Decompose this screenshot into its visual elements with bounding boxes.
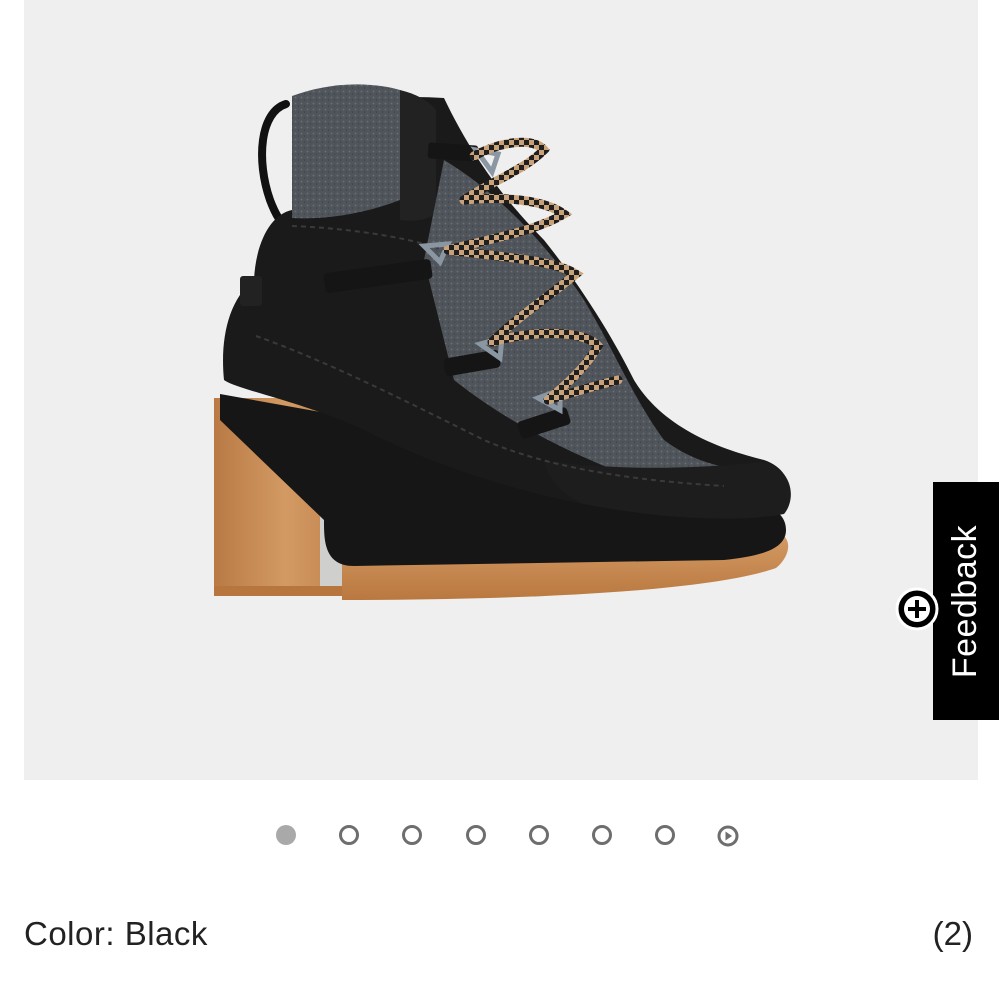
carousel-dot-6[interactable] <box>592 825 612 845</box>
feedback-plus-icon[interactable] <box>895 587 939 631</box>
carousel-dot-3[interactable] <box>402 825 422 845</box>
carousel-dot-7[interactable] <box>655 825 675 845</box>
carousel-dot-5[interactable] <box>529 825 549 845</box>
product-image[interactable] <box>24 0 978 780</box>
review-count[interactable]: (2) <box>933 914 973 954</box>
boot-image <box>214 84 791 600</box>
carousel-dot-1[interactable] <box>276 825 296 845</box>
selected-color-label: Color: Black <box>24 915 208 952</box>
carousel-dot-4[interactable] <box>466 825 486 845</box>
feedback-label: Feedback <box>946 524 985 678</box>
feedback-button[interactable]: Feedback <box>933 482 999 720</box>
image-carousel-dots <box>0 821 999 853</box>
carousel-dot-2[interactable] <box>339 825 359 845</box>
video-play-icon[interactable] <box>717 825 739 847</box>
product-detail-page: Color: Black (2) Feedback <box>0 0 999 1000</box>
